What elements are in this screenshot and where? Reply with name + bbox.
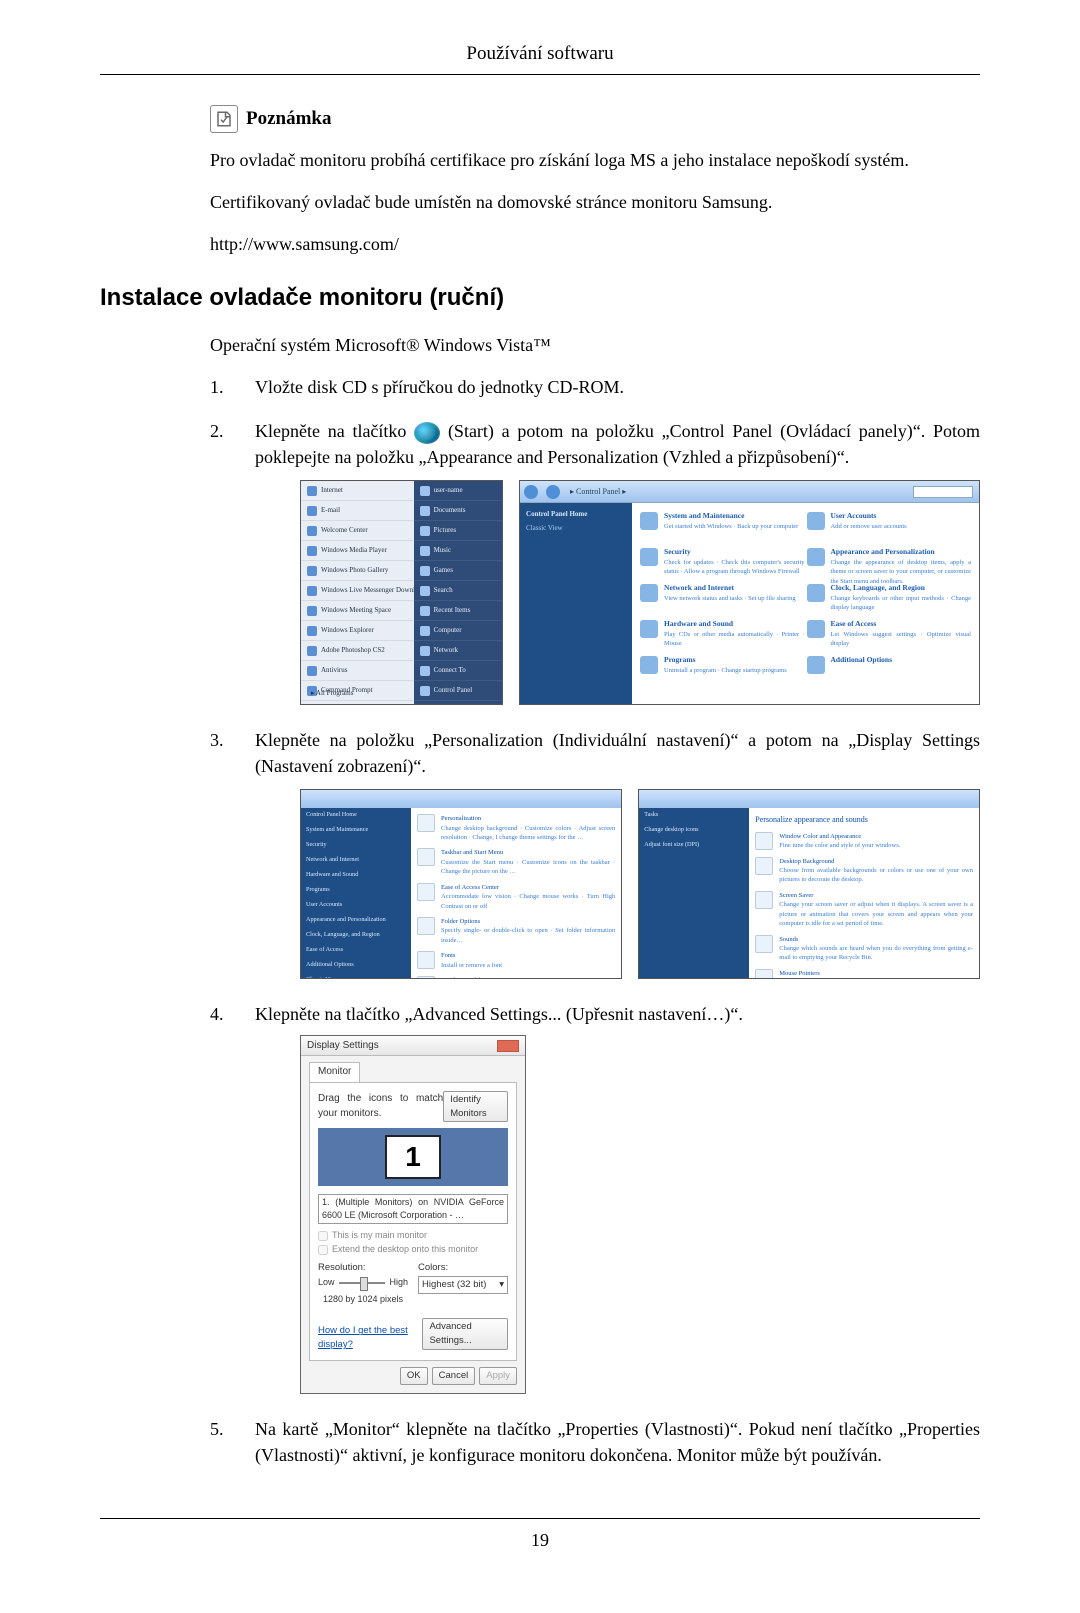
figure-personalization: TasksChange desktop iconsAdjust font siz… [638,789,980,979]
ok-button: OK [400,1367,428,1385]
step-5: Na kartě „Monitor“ klepněte na tlačítko … [210,1416,980,1468]
ds-tab-monitor: Monitor [309,1062,360,1082]
step-2-text-a: Klepněte na tlačítko [255,421,414,441]
step-1: Vložte disk CD s příručkou do jednotky C… [210,374,980,400]
note-icon [210,105,238,133]
resolution-slider [339,1282,386,1284]
start-orb-icon [414,422,440,444]
step-4-text: Klepněte na tlačítko „Advanced Settings.… [255,1004,743,1024]
ds-main-monitor-chk [318,1231,328,1241]
note-text-2: Certifikovaný ovladač bude umístěn na do… [210,189,970,215]
step-4: Klepněte na tlačítko „Advanced Settings.… [210,1001,980,1393]
all-programs: All Programs [311,688,353,698]
ds-low: Low [318,1276,335,1289]
ds-title: Display Settings [307,1039,379,1054]
ds-resolution-value: 1280 by 1024 pixels [318,1293,408,1306]
ds-colors-select: Highest (32 bit)▾ [418,1276,508,1294]
samsung-url: http://www.samsung.com/ [210,231,970,257]
cancel-button: Cancel [432,1367,476,1385]
ds-extend-chk [318,1245,328,1255]
section-heading: Instalace ovladače monitoru (ruční) [100,281,980,316]
ds-high: High [389,1276,408,1289]
close-icon [497,1040,519,1052]
figure-appearance: Control Panel HomeSystem and Maintenance… [300,789,622,979]
ds-chk2-label: Extend the desktop onto this monitor [332,1243,478,1256]
ds-drag-text: Drag the icons to match your monitors. [318,1092,443,1121]
advanced-settings-button: Advanced Settings... [422,1318,508,1350]
figure-control-panel: ▸ Control Panel ▸ Control Panel Home Cla… [519,480,980,705]
page-number: 19 [100,1518,980,1553]
apply-button: Apply [479,1367,517,1385]
forward-icon [546,485,560,499]
identify-monitors-button: Identify Monitors [443,1091,508,1123]
cp-sidebar-sub: Classic View [526,523,626,533]
search-input [913,486,973,498]
step-3-text: Klepněte na položku „Personalization (In… [255,730,980,776]
step-3: Klepněte na položku „Personalization (In… [210,727,980,979]
ds-colors-value: Highest (32 bit) [422,1278,486,1292]
breadcrumb: ▸ Control Panel ▸ [564,486,913,498]
ds-resolution-label: Resolution: [318,1261,408,1275]
running-header: Používání softwaru [100,40,980,75]
ds-help-link: How do I get the best display? [318,1324,422,1352]
ds-colors-label: Colors: [418,1261,508,1275]
figure-start-menu: InternetE-mailWelcome CenterWindows Medi… [300,480,503,705]
back-icon [524,485,538,499]
note-label: Poznámka [246,105,332,133]
os-line: Operační systém Microsoft® Windows Vista… [210,332,980,358]
ds-chk1-label: This is my main monitor [332,1229,427,1242]
step-2: Klepněte na tlačítko (Start) a potom na … [210,418,980,705]
ds-device-select: 1. (Multiple Monitors) on NVIDIA GeForce… [318,1194,508,1224]
monitor-icon: 1 [385,1135,441,1179]
figure-display-settings: Display Settings Monitor Drag the icons … [300,1035,526,1393]
note-text-1: Pro ovladač monitoru probíhá certifikace… [210,147,970,173]
cp-sidebar-title: Control Panel Home [526,509,626,519]
